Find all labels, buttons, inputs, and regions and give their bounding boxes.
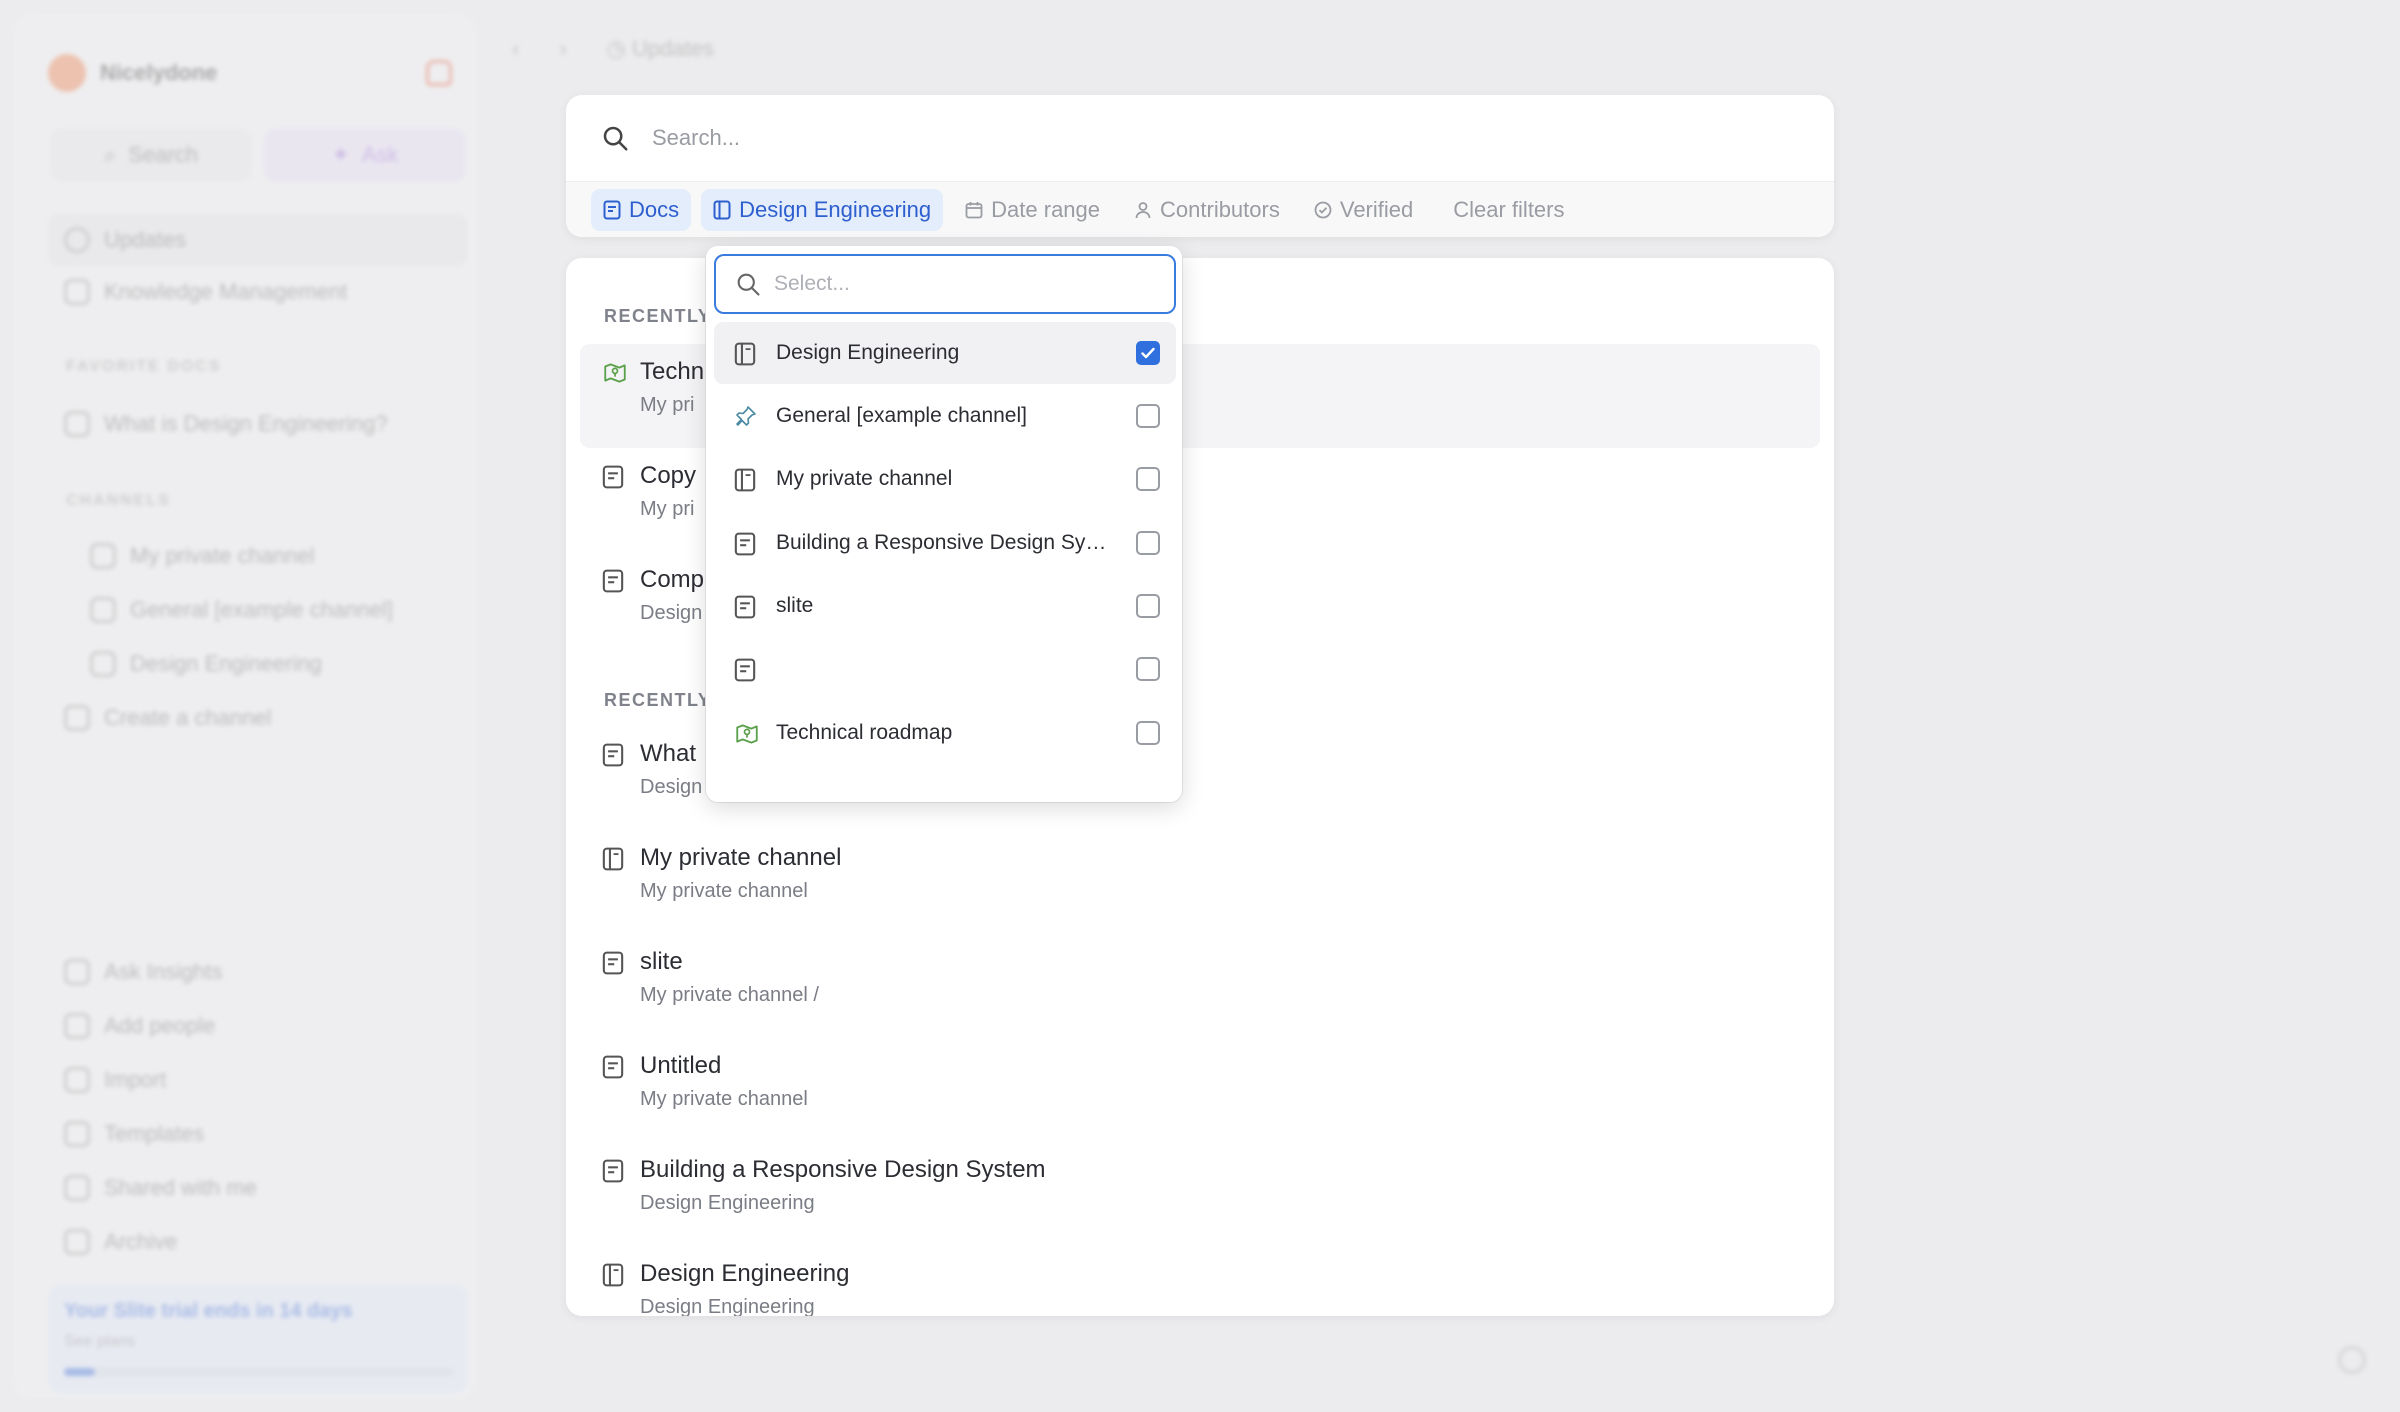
search-icon [737,273,760,296]
clear-filters-button[interactable]: Clear filters [1441,189,1576,231]
checkbox[interactable] [1136,657,1160,681]
select-search-input[interactable] [774,272,1154,296]
result-item[interactable]: Design Engineering Design Engineering [580,1246,1820,1316]
select-option[interactable]: Design Engineering [714,322,1176,384]
result-subtitle: My pri [640,394,695,416]
check-icon [1141,347,1155,359]
search-icon [603,126,628,151]
checkbox[interactable] [1136,404,1160,428]
result-subtitle: Design [640,776,703,798]
result-subtitle: My private channel [640,880,808,902]
result-title: Design Engineering [640,1260,850,1287]
result-title: What [640,740,697,767]
pin-icon [734,404,758,428]
result-title: Copy [640,462,697,489]
result-subtitle: My pri [640,498,695,520]
roadmap-icon [734,721,760,747]
checkbox[interactable] [1136,467,1160,491]
checkbox[interactable] [1136,721,1160,745]
result-title: Comp [640,566,705,593]
channel-select-dropdown: Design Engineering General [example chan… [706,246,1182,802]
section-heading: RECENTLY [604,306,712,326]
channel-icon [734,467,756,493]
select-option-label: General [example channel] [776,404,1027,427]
checkbox[interactable] [1136,531,1160,555]
checkbox[interactable] [1136,594,1160,618]
doc-icon [603,200,621,219]
result-title: My private channel [640,844,842,871]
doc-icon [602,1054,624,1080]
doc-icon [602,950,624,976]
select-search-box [714,254,1176,314]
filter-channel-label: Design Engineering [739,196,932,222]
search-input[interactable] [652,125,1552,151]
result-item[interactable]: My private channel My private channel [580,830,1820,934]
result-title: Techni [640,358,710,385]
select-option[interactable] [714,638,1176,700]
result-subtitle: Design [640,602,703,624]
result-title: Building a Responsive Design System [640,1156,1046,1183]
doc-icon [734,657,756,683]
result-item[interactable]: Building a Responsive Design System Desi… [580,1142,1820,1246]
doc-icon [602,742,624,768]
filter-channel[interactable]: Design Engineering [701,188,944,231]
checkbox[interactable] [1136,341,1160,365]
dropdown-scroll-edge [706,788,1182,802]
doc-icon [734,594,756,620]
select-option-label: Building a Responsive Design System [776,531,1116,554]
channel-icon [602,846,624,872]
filter-verified-label: Verified [1339,196,1414,222]
filter-contributors-label: Contributors [1160,196,1280,222]
result-subtitle: Design Engineering [640,1192,815,1214]
filter-docs-label: Docs [629,196,680,222]
verified-icon [1314,201,1332,218]
filter-docs[interactable]: Docs [591,188,692,231]
select-option-label: My private channel [776,467,953,490]
result-subtitle: My private channel [640,1088,808,1110]
channel-icon [602,1262,624,1288]
channel-icon [713,200,731,219]
clear-filters-label: Clear filters [1453,196,1565,222]
select-option[interactable]: My private channel [714,448,1176,510]
channel-icon [734,341,756,367]
doc-icon [602,1158,624,1184]
roadmap-icon [602,360,628,386]
select-option[interactable]: slite [714,575,1176,637]
doc-icon [602,568,624,594]
filter-verified[interactable]: Verified [1302,189,1425,231]
filter-bar: Docs Design Engineering Date range Contr… [566,181,1834,237]
select-option[interactable]: General [example channel] [714,385,1176,447]
section-heading: RECENTLY [604,690,712,710]
doc-icon [734,531,756,557]
result-title: slite [640,948,683,975]
result-subtitle: Design Engineering [640,1296,815,1316]
result-subtitle: My private channel / [640,984,819,1006]
search-bar [566,95,1834,181]
select-option-label: slite [776,594,814,617]
search-panel: Docs Design Engineering Date range Contr… [566,95,1834,237]
select-option-label: Technical roadmap [776,721,953,744]
select-option-label: Design Engineering [776,341,960,364]
doc-icon [602,464,624,490]
select-option[interactable]: Technical roadmap [714,702,1176,764]
select-option[interactable]: Building a Responsive Design System [714,512,1176,574]
filter-contributors[interactable]: Contributors [1122,189,1292,231]
result-title: Untitled [640,1052,722,1079]
person-icon [1135,201,1151,218]
filter-date-label: Date range [991,196,1101,222]
result-item[interactable]: slite My private channel / [580,934,1820,1038]
calendar-icon [965,201,983,218]
result-item[interactable]: Untitled My private channel [580,1038,1820,1142]
filter-date-range[interactable]: Date range [953,189,1112,231]
